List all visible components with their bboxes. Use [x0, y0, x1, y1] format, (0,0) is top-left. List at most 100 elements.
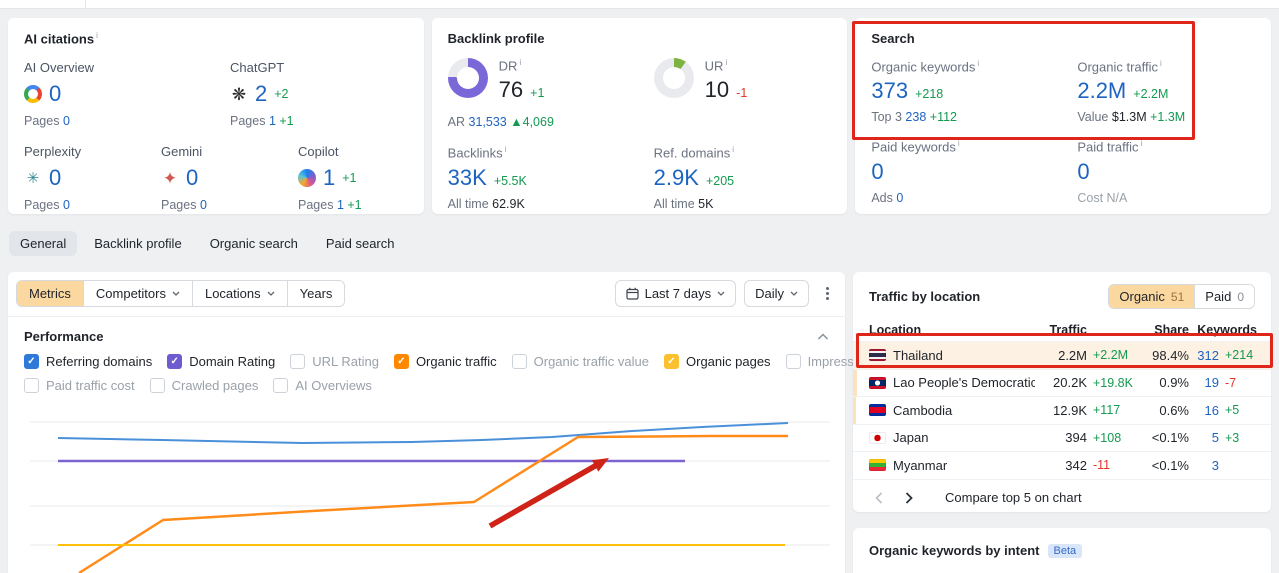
keywords-value[interactable]: 312 — [1189, 348, 1219, 363]
series-referring-domains — [57, 422, 789, 444]
pages-count[interactable]: 0 — [200, 198, 207, 212]
keywords-value[interactable]: 16 — [1189, 403, 1219, 418]
country-name: Japan — [893, 430, 929, 446]
metric-checkbox[interactable]: Organic traffic value — [511, 354, 649, 369]
share-bar — [853, 369, 857, 396]
pages-count[interactable]: 1 — [337, 198, 344, 212]
keywords-value[interactable]: 19 — [1189, 375, 1219, 390]
ref-domains-label: Ref. domains i — [653, 145, 735, 161]
top-strip-divider — [85, 0, 86, 9]
pages-count[interactable]: 0 — [63, 198, 70, 212]
location-row[interactable]: Cambodia 12.9K +117 0.6% 16 +5 — [853, 396, 1271, 424]
checkbox[interactable] — [290, 354, 306, 369]
checkbox[interactable] — [664, 354, 679, 369]
ai-citations-count[interactable]: 2 — [255, 81, 267, 107]
location-row[interactable]: Lao People's Democratic Reput 20.2K +19.… — [853, 368, 1271, 396]
country-flag-icon — [869, 349, 886, 362]
checkbox[interactable] — [273, 378, 289, 393]
ref-domains-value[interactable]: 2.9K — [654, 165, 699, 191]
col-traffic[interactable]: Traffic — [1035, 323, 1087, 337]
dr-block: DR i 76 +1 — [447, 58, 654, 109]
next-page-icon[interactable] — [899, 490, 919, 506]
pages-count[interactable]: 1 — [269, 114, 276, 128]
metric-checkbox[interactable]: AI Overviews — [273, 378, 372, 393]
tab[interactable]: General — [9, 231, 78, 256]
prev-page-icon[interactable] — [869, 490, 889, 506]
location-table-body: Thailand 2.2M +2.2M 98.4% 312 +214 Lao P… — [853, 341, 1271, 479]
backlinks-delta: +5.5K — [493, 173, 527, 188]
locations-dropdown[interactable]: Locations — [191, 281, 287, 306]
overview-cards-row: AI citations i AI Overview 0 Pages 0 Cha… — [8, 18, 1272, 214]
checkbox[interactable] — [24, 354, 39, 369]
location-row[interactable]: Japan 394 +108 <0.1% 5 +3 — [853, 423, 1271, 452]
collapse-section-button[interactable] — [817, 332, 829, 341]
info-icon: i — [725, 58, 728, 67]
paid-keywords-value[interactable]: 0 — [871, 159, 883, 185]
ai-citations-count[interactable]: 0 — [186, 165, 198, 191]
beta-badge: Beta — [1047, 543, 1083, 558]
col-keywords[interactable]: Keywords — [1189, 323, 1257, 337]
col-share[interactable]: Share — [1137, 323, 1189, 337]
keywords-value[interactable]: 5 — [1189, 430, 1219, 445]
checkbox[interactable] — [393, 354, 409, 369]
ai-source-label: AI Overview — [24, 60, 95, 76]
info-icon: i — [732, 145, 735, 155]
metric-checkbox[interactable]: Paid traffic cost — [24, 378, 135, 393]
toggle-option[interactable]: Organic 51 — [1109, 285, 1195, 308]
metric-checkbox[interactable]: Domain Rating — [167, 354, 275, 369]
pages-count[interactable]: 0 — [63, 114, 70, 128]
traffic-value: 394 — [1065, 430, 1087, 446]
compare-top5-link[interactable]: Compare top 5 on chart — [945, 490, 1082, 505]
checkbox[interactable] — [167, 354, 183, 369]
organic-traffic-label: Organic traffic i — [1077, 59, 1162, 75]
paid-keywords-label: Paid keywords i — [871, 139, 960, 155]
ai-citations-count[interactable]: 0 — [49, 81, 61, 107]
tab[interactable]: Paid search — [315, 231, 406, 256]
tab[interactable]: Organic search — [199, 231, 309, 256]
performance-line-chart[interactable] — [12, 392, 841, 573]
checkbox[interactable] — [24, 378, 39, 393]
ref-domains-delta: +205 — [705, 173, 735, 188]
traffic-delta: +19.8K — [1093, 375, 1133, 390]
ai-citations-count[interactable]: 0 — [49, 165, 61, 191]
location-row[interactable]: Thailand 2.2M +2.2M 98.4% 312 +214 — [853, 341, 1271, 369]
traffic-value-amount: $1.3M — [1111, 110, 1147, 125]
metric-checkbox[interactable]: URL Rating — [290, 354, 379, 369]
more-options-icon[interactable] — [817, 282, 837, 306]
checkbox[interactable] — [785, 354, 801, 369]
share-value: <0.1% — [1151, 430, 1189, 446]
metric-checkbox[interactable]: Referring domains — [24, 354, 152, 369]
metric-checkbox[interactable]: Crawled pages — [149, 378, 258, 393]
ref-domains-block: Ref. domains i 2.9K +205 All time 5K — [654, 145, 832, 210]
keywords-value[interactable]: 3 — [1189, 458, 1219, 473]
tab[interactable]: Backlink profile — [83, 231, 192, 256]
ref-domains-alltime: 5K — [698, 196, 714, 211]
ai-citations-count[interactable]: 1 — [323, 165, 335, 191]
chevron-down-icon — [790, 291, 798, 296]
granularity-dropdown[interactable]: Daily — [744, 280, 809, 307]
checkbox[interactable] — [149, 378, 165, 393]
years-button[interactable]: Years — [286, 281, 345, 306]
metric-checkbox[interactable]: Organic traffic — [393, 354, 497, 369]
ads-value[interactable]: 0 — [896, 191, 903, 205]
calendar-icon — [625, 287, 639, 300]
series-organic-traffic — [78, 434, 788, 573]
backlinks-value[interactable]: 33K — [448, 165, 487, 191]
country-name: Thailand — [893, 347, 943, 363]
competitors-dropdown[interactable]: Competitors — [82, 281, 192, 306]
organic-traffic-value[interactable]: 2.2M — [1077, 78, 1126, 104]
metric-label: Organic pages — [686, 354, 771, 369]
ahrefs-rank-value[interactable]: 31,533 — [469, 115, 507, 129]
ai-citations-title: AI citations i — [24, 31, 98, 47]
paid-traffic-value[interactable]: 0 — [1077, 159, 1089, 185]
toggle-option[interactable]: Paid 0 — [1194, 285, 1254, 308]
metrics-button[interactable]: Metrics — [17, 281, 83, 306]
date-range-picker[interactable]: Last 7 days — [614, 280, 737, 307]
info-icon: i — [977, 59, 980, 68]
organic-keywords-value[interactable]: 373 — [871, 78, 908, 104]
top3-value[interactable]: 238 — [905, 110, 926, 124]
traffic-value: 2.2M — [1058, 347, 1087, 363]
metric-checkbox[interactable]: Organic pages — [664, 354, 771, 369]
checkbox[interactable] — [511, 354, 527, 369]
location-row[interactable]: Myanmar 342 -11 <0.1% 3 — [853, 451, 1271, 479]
